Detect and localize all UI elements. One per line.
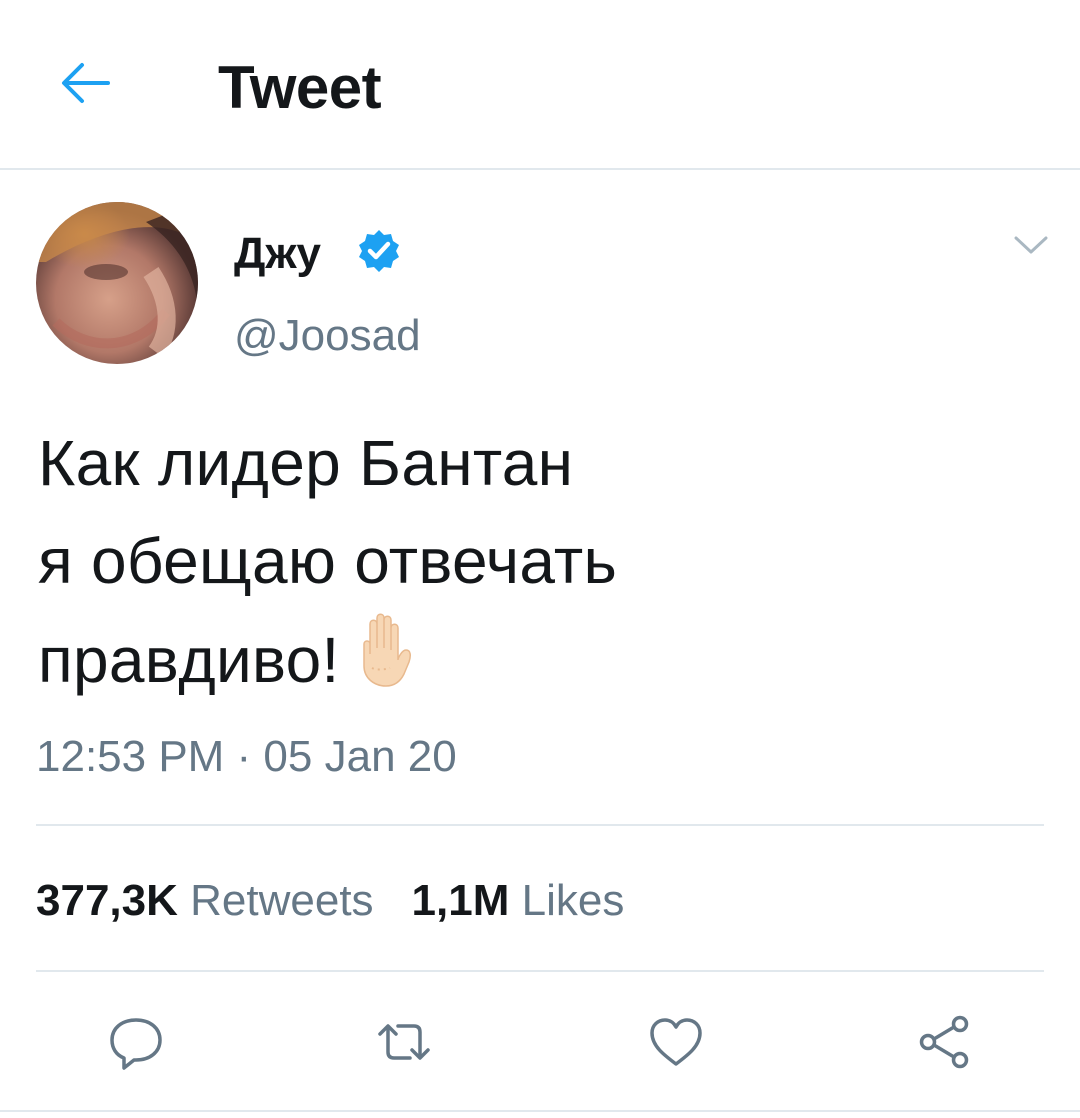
heart-icon [650, 1018, 702, 1066]
tweet-timestamp: 12:53 PM · 05 Jan 20 [36, 732, 457, 781]
divider [36, 824, 1044, 826]
tweet-text: Как лидер Бантан я обещаю отвечать правд… [38, 414, 1038, 709]
author-handle[interactable]: @Joosad [234, 306, 421, 366]
retweets-count: 377,3K [36, 876, 178, 925]
page-title: Tweet [218, 54, 382, 121]
tweet-stats: 377,3K Retweets 1,1M Likes [36, 872, 624, 930]
raised-hand-icon [356, 610, 420, 688]
tweet-text-line: Как лидер Бантан [38, 427, 574, 499]
back-button[interactable] [52, 50, 118, 116]
reply-button[interactable] [104, 1010, 168, 1074]
retweets-label: Retweets [190, 876, 374, 925]
share-button[interactable] [912, 1010, 976, 1074]
verified-badge-icon [359, 230, 399, 272]
likes-label: Likes [521, 876, 625, 925]
author-name[interactable]: Джу [234, 226, 321, 282]
share-icon [919, 1015, 969, 1069]
avatar-photo [36, 202, 198, 358]
likes-stat[interactable]: 1,1M Likes [412, 872, 625, 930]
tweet-text-line: правдиво! [38, 610, 1038, 709]
arrow-left-icon [62, 63, 110, 103]
reply-icon [110, 1018, 162, 1070]
retweet-icon [378, 1024, 430, 1060]
divider [36, 970, 1044, 972]
like-button[interactable] [644, 1010, 708, 1074]
retweets-stat[interactable]: 377,3K Retweets [36, 872, 374, 930]
avatar[interactable] [36, 202, 198, 364]
likes-count: 1,1M [411, 876, 510, 925]
divider [0, 1110, 1080, 1112]
retweet-button[interactable] [372, 1010, 436, 1074]
top-bar: Tweet [0, 0, 1080, 170]
more-options-button[interactable] [1010, 228, 1052, 260]
chevron-down-icon [1014, 236, 1048, 254]
tweet-text-line: я обещаю отвечать [38, 525, 618, 597]
